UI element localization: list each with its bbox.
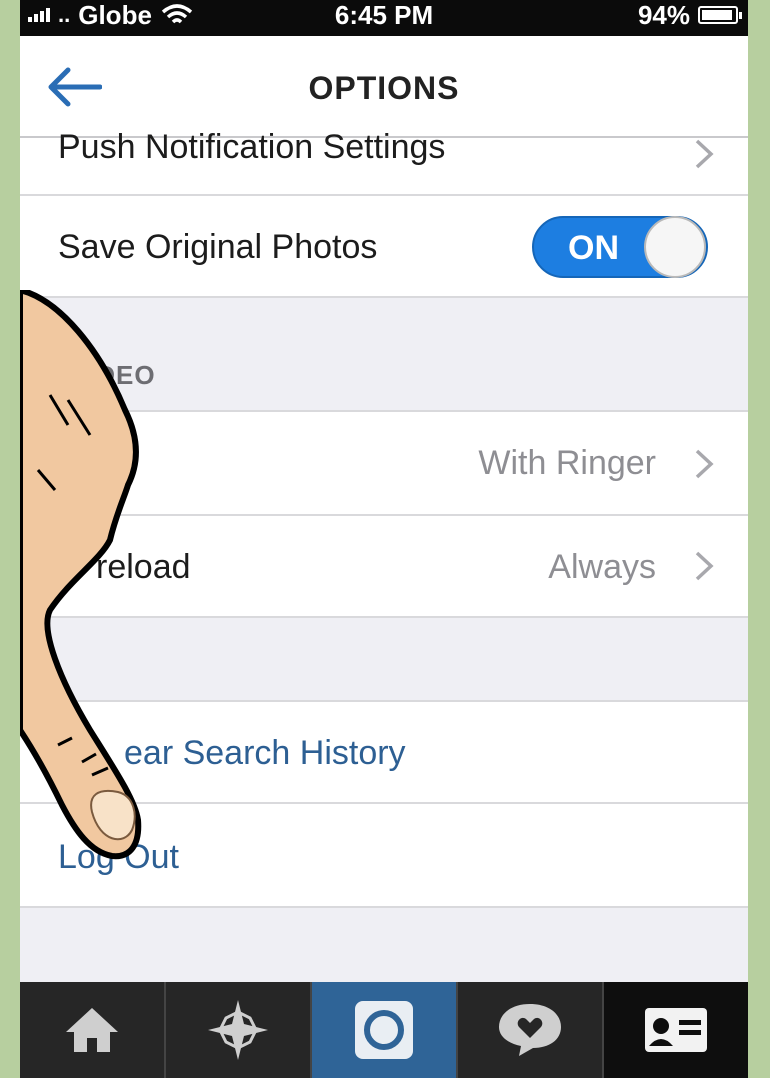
toggle-on-text: ON — [568, 229, 619, 267]
profile-card-icon — [645, 1008, 707, 1052]
save-original-photos-toggle[interactable]: ON — [532, 216, 708, 278]
page-title: OPTIONS — [308, 70, 460, 106]
tab-news[interactable] — [458, 982, 604, 1078]
chevron-right-icon — [695, 551, 714, 581]
toggle-knob[interactable] — [644, 216, 706, 278]
tab-explore[interactable] — [166, 982, 312, 1078]
status-bar: .. Globe 6:45 PM 94% — [20, 0, 748, 36]
battery-area: 94% — [637, 0, 742, 30]
sound-value: With Ringer — [478, 444, 656, 482]
log-out-row[interactable]: Log Out — [20, 804, 748, 908]
chevron-right-icon — [695, 139, 714, 169]
sound-row[interactable]: With Ringer — [20, 412, 748, 516]
preload-label: reload — [96, 548, 191, 586]
battery-icon — [698, 6, 742, 24]
clear-search-history-row[interactable]: ear Search History — [20, 702, 748, 804]
push-notification-settings-label: Push Notification Settings — [58, 128, 446, 166]
news-heart-icon — [499, 1004, 561, 1056]
tab-bar — [20, 982, 748, 1078]
phone-screen: .. Globe 6:45 PM 94% OPTIONS Push Notifi… — [20, 0, 748, 1078]
save-original-photos-label: Save Original Photos — [58, 228, 378, 266]
battery-percent: 94% — [637, 0, 690, 30]
navigation-bar: OPTIONS — [20, 36, 748, 138]
explore-star-icon — [208, 1000, 268, 1060]
bottom-spacer — [20, 908, 748, 982]
video-section-title: IDEO — [88, 360, 156, 390]
preload-row[interactable]: reload Always — [20, 516, 748, 618]
clear-search-history-label[interactable]: ear Search History — [124, 734, 406, 773]
camera-icon — [355, 1001, 413, 1059]
video-section-header: IDEO — [20, 298, 748, 412]
log-out-label[interactable]: Log Out — [58, 838, 179, 877]
push-notification-settings-row[interactable]: Push Notification Settings — [20, 128, 748, 196]
chevron-right-icon — [695, 449, 714, 479]
tab-camera[interactable] — [312, 982, 458, 1078]
save-original-photos-row: Save Original Photos ON — [20, 196, 748, 298]
home-icon — [66, 1008, 118, 1052]
section-spacer — [20, 618, 748, 702]
tab-profile[interactable] — [604, 982, 748, 1078]
preload-value: Always — [548, 548, 656, 586]
tab-home[interactable] — [20, 982, 166, 1078]
